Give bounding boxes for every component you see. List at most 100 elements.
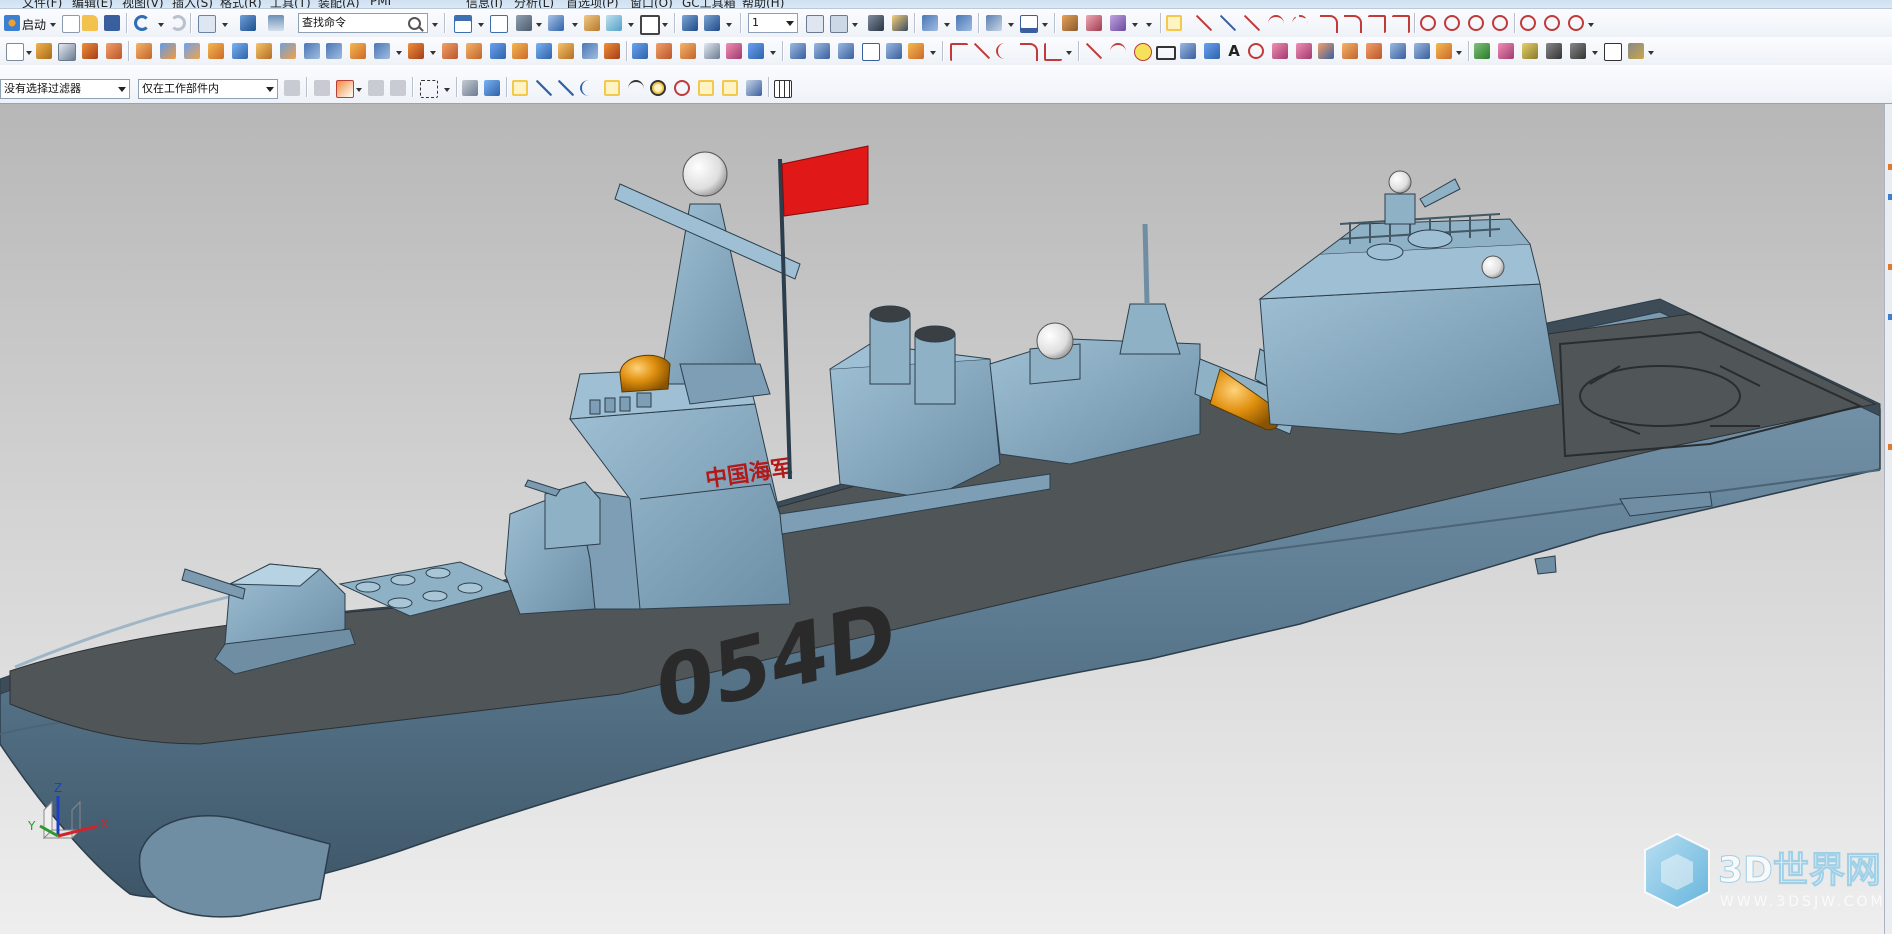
layer-icon[interactable] — [490, 15, 508, 33]
snap-point-toggle-icon[interactable] — [512, 80, 528, 96]
chamfer-curve-icon[interactable] — [1368, 15, 1386, 33]
point-on-curve-icon[interactable] — [722, 80, 738, 96]
assembly-constraint-icon[interactable] — [1110, 15, 1126, 31]
save-icon[interactable] — [104, 15, 120, 31]
n-sided-icon[interactable] — [908, 43, 924, 59]
background-icon[interactable] — [584, 15, 600, 31]
blend-icon[interactable] — [232, 43, 248, 59]
curve-dropdown-icon[interactable] — [1066, 51, 1072, 55]
menu-view[interactable]: 视图(V) — [122, 0, 164, 8]
split-body-icon[interactable] — [442, 43, 458, 59]
mirror-icon[interactable] — [304, 43, 320, 59]
invert-selection-icon[interactable] — [390, 80, 406, 96]
wcs-orient-icon[interactable] — [956, 15, 972, 31]
move-face-icon[interactable] — [558, 43, 574, 59]
circle-icon[interactable] — [1420, 15, 1436, 31]
line-2-icon[interactable] — [1220, 15, 1236, 31]
circle-center-icon[interactable] — [650, 80, 666, 96]
quick-pick-icon[interactable] — [462, 80, 478, 96]
component-icon[interactable] — [1086, 15, 1102, 31]
ellipse-2-icon[interactable] — [1544, 15, 1560, 31]
rectangle-selection-dropdown-icon[interactable] — [444, 88, 450, 92]
existing-point-icon[interactable] — [698, 80, 714, 96]
layer-settings-icon[interactable] — [806, 15, 824, 33]
shell-icon[interactable] — [280, 43, 296, 59]
menu-edit[interactable]: 编辑(E) — [72, 0, 113, 8]
unite-icon[interactable] — [136, 43, 152, 59]
measure-body-dropdown-icon[interactable] — [1042, 23, 1048, 27]
finder-dropdown-icon[interactable] — [432, 23, 438, 27]
trim-dropdown-icon[interactable] — [430, 51, 436, 55]
table-icon[interactable] — [1604, 43, 1622, 61]
ellipse-3-icon[interactable] — [1568, 15, 1584, 31]
sketch-dropdown-icon[interactable] — [26, 51, 32, 55]
surface-dropdown-icon[interactable] — [930, 51, 936, 55]
gc-dropdown-icon[interactable] — [1592, 51, 1598, 55]
offset-face-icon[interactable] — [350, 43, 366, 59]
clip-section-icon[interactable] — [704, 15, 720, 31]
menu-info[interactable]: 信息(I) — [466, 0, 503, 8]
selection-scope-select[interactable]: 仅在工作部件内 — [138, 79, 278, 99]
show-hide-icon[interactable] — [454, 15, 472, 33]
feature-dropdown-icon[interactable] — [396, 51, 402, 55]
work-layer-icon[interactable] — [640, 15, 660, 35]
body-selection-icon[interactable] — [484, 80, 500, 96]
measure-distance-icon[interactable] — [986, 15, 1002, 31]
deviation-icon[interactable] — [1522, 43, 1538, 59]
circle-2-icon[interactable] — [1444, 15, 1460, 31]
gc-data-icon[interactable] — [1570, 43, 1586, 59]
helix-icon[interactable] — [1204, 43, 1220, 59]
transform-icon[interactable] — [868, 15, 884, 31]
move-to-layer-icon[interactable] — [830, 15, 848, 33]
sew-icon[interactable] — [490, 43, 506, 59]
menu-tools[interactable]: 工具(T) — [270, 0, 311, 8]
inspect-icon[interactable] — [1546, 43, 1562, 59]
composite-curve-icon[interactable] — [1414, 43, 1430, 59]
through-curves-icon[interactable] — [814, 43, 830, 59]
measure-dropdown-icon[interactable] — [1008, 23, 1014, 27]
section-dropdown-icon[interactable] — [726, 23, 732, 27]
curvature-comb-icon[interactable] — [1498, 43, 1514, 59]
emboss-icon[interactable] — [512, 43, 528, 59]
isocline-icon[interactable] — [1390, 43, 1406, 59]
general-selection-icon[interactable] — [284, 80, 300, 96]
start-button-label[interactable]: 启动 — [22, 16, 46, 33]
new-file-icon[interactable] — [62, 15, 80, 33]
mid-point-icon[interactable] — [558, 80, 574, 96]
resize-blend-icon[interactable] — [604, 43, 620, 59]
graphics-viewport[interactable]: 中国海军 054D Z X Y 3D世界网 WWW.3DSJW.COM — [0, 104, 1884, 934]
resource-bar-strip[interactable] — [1884, 104, 1892, 934]
datum-dropdown-icon[interactable] — [770, 51, 776, 55]
circle-dropdown-icon[interactable] — [1588, 23, 1594, 27]
intersect-curve-icon[interactable] — [1044, 43, 1062, 61]
through-mesh-icon[interactable] — [838, 43, 854, 59]
menu-file[interactable]: 文件(F) — [22, 0, 62, 8]
resource-tab-marker[interactable] — [1888, 164, 1892, 170]
assembly-dropdown-icon[interactable] — [1132, 23, 1138, 27]
resource-tab-marker[interactable] — [1888, 194, 1892, 200]
menu-assembly[interactable]: 装配(A) — [318, 0, 360, 8]
orient-dropdown-icon[interactable] — [572, 23, 578, 27]
bridge-curve-icon[interactable] — [1020, 43, 1038, 61]
text-icon[interactable]: A — [1226, 43, 1242, 59]
quadrant-point-icon[interactable] — [674, 80, 690, 96]
select-all-icon[interactable] — [336, 80, 354, 98]
draft-icon[interactable] — [374, 43, 390, 59]
start-dropdown-icon[interactable] — [50, 23, 56, 27]
command-finder-input[interactable]: 查找命令 — [298, 13, 428, 33]
menu-gc-toolkit[interactable]: GC工具箱 — [682, 0, 736, 8]
wcs-grid-icon[interactable] — [774, 80, 792, 98]
gear-dropdown-icon[interactable] — [1648, 51, 1654, 55]
mirror-2-icon[interactable] — [326, 43, 342, 59]
join-curve-icon[interactable] — [996, 43, 1014, 59]
selection-filter-icon[interactable] — [314, 80, 330, 96]
search-icon[interactable] — [408, 17, 421, 30]
edit-curve-dropdown-icon[interactable] — [1456, 51, 1462, 55]
rectangle-icon[interactable] — [1156, 46, 1176, 60]
boss-icon[interactable] — [106, 43, 122, 59]
resource-tab-marker[interactable] — [1888, 264, 1892, 270]
render-style-icon[interactable] — [516, 15, 532, 31]
point-icon[interactable] — [704, 43, 720, 59]
ellipse-icon[interactable] — [1520, 15, 1536, 31]
touch-mode-icon[interactable] — [240, 15, 256, 31]
